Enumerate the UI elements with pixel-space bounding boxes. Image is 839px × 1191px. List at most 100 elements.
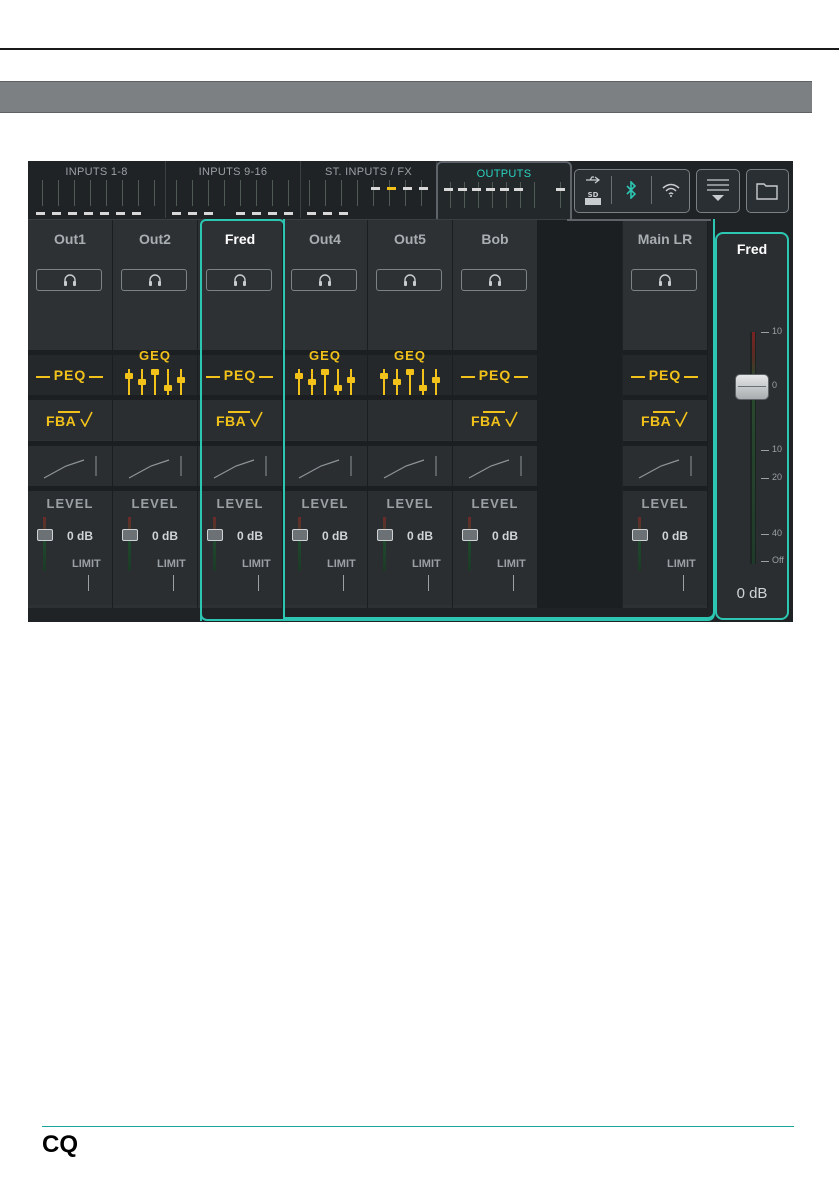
strip-name: Fred [224, 231, 256, 247]
mini-fader-cap [486, 188, 495, 191]
mini-fader-line [534, 182, 535, 208]
scale-label: 10 [772, 444, 783, 454]
headphone-button[interactable] [631, 269, 697, 291]
fba-label: FBA [216, 413, 247, 429]
eq-section[interactable]: GEQ [283, 348, 367, 401]
channel-strip[interactable]: Out4 GEQ LEVEL 0 dB LIMIT [283, 220, 368, 608]
headphone-button[interactable] [121, 269, 187, 291]
fba-section[interactable] [368, 400, 452, 440]
scenes-folder-button[interactable] [746, 169, 789, 213]
compressor-section[interactable] [453, 446, 537, 486]
compressor-section[interactable] [28, 446, 112, 486]
compressor-section[interactable] [198, 446, 282, 486]
level-fader-cap[interactable] [292, 529, 308, 541]
level-fader-cap[interactable] [632, 529, 648, 541]
menu-button[interactable] [696, 169, 740, 213]
eq-section[interactable]: PEQ [623, 355, 707, 395]
fba-section[interactable] [113, 400, 197, 440]
geq-band-cap [419, 385, 427, 391]
compressor-curve-icon [638, 456, 692, 479]
mini-fader-line [421, 180, 422, 206]
channel-strip[interactable]: Out5 GEQ LEVEL 0 dB LIMIT [368, 220, 453, 608]
level-section[interactable]: LEVEL 0 dB LIMIT [623, 491, 707, 605]
fader-channel-name: Fred [736, 241, 768, 257]
level-fader-cap[interactable] [122, 529, 138, 541]
headphones-icon [659, 274, 671, 286]
level-section[interactable]: LEVEL 0 dB LIMIT [113, 491, 197, 605]
status-icons-button[interactable]: SD [574, 169, 690, 213]
tab-st-inputs-fx[interactable]: ST. INPUTS / FX [301, 161, 437, 218]
level-fader-cap[interactable] [207, 529, 223, 541]
compressor-section[interactable] [623, 446, 707, 486]
scale-label: 20 [772, 472, 783, 482]
fba-section[interactable]: FBA [198, 400, 282, 440]
headphone-button[interactable] [461, 269, 527, 291]
fba-section[interactable] [283, 400, 367, 440]
fba-notch-icon [675, 411, 688, 427]
mini-fader-cap [444, 188, 453, 191]
headphone-button[interactable] [291, 269, 357, 291]
fba-section[interactable]: FBA [623, 400, 707, 440]
scale-tick [761, 534, 769, 535]
geq-label: GEQ [309, 348, 341, 363]
eq-section[interactable]: PEQ [453, 355, 537, 395]
compressor-section[interactable] [368, 446, 452, 486]
mini-fader-cap [419, 187, 428, 190]
geq-band-cap [308, 379, 316, 385]
mini-fader-cap [458, 188, 467, 191]
compressor-section[interactable] [283, 446, 367, 486]
fba-section[interactable]: FBA [28, 400, 112, 440]
headphone-button[interactable] [206, 269, 272, 291]
tab-inputs-9-16[interactable]: INPUTS 9-16 [166, 161, 301, 218]
mini-fader-line [325, 180, 326, 206]
mini-fader-line [288, 180, 289, 206]
selected-fader-panel[interactable]: Fred 10 0 10 20 40 Off 0 dB [715, 232, 789, 620]
tab-outputs[interactable]: OUTPUTS [436, 161, 572, 223]
headphone-button[interactable] [376, 269, 442, 291]
mini-fader-line [464, 182, 465, 208]
mini-fader-cap [52, 212, 61, 215]
fba-overline [653, 411, 675, 413]
eq-section[interactable]: GEQ [368, 348, 452, 401]
headphone-button[interactable] [36, 269, 102, 291]
fba-notch-icon [80, 411, 93, 427]
compressor-section[interactable] [113, 446, 197, 486]
channel-strip[interactable]: Main LR PEQ FBA LEVEL 0 dB LIMIT [623, 220, 708, 608]
mini-fader-line [256, 180, 257, 206]
limit-indicator [258, 575, 259, 591]
level-section[interactable]: LEVEL 0 dB LIMIT [368, 491, 452, 605]
headphones-icon [149, 274, 161, 286]
headphones-icon [319, 274, 331, 286]
level-fader-cap[interactable] [377, 529, 393, 541]
channel-strip[interactable]: Out2 GEQ LEVEL 0 dB LIMIT [113, 220, 198, 608]
sd-card-icon: SD [585, 191, 601, 205]
mini-fader-line [90, 180, 91, 206]
level-section[interactable]: LEVEL 0 dB LIMIT [198, 491, 282, 605]
mini-fader-line [240, 180, 241, 206]
mini-fader-line [520, 182, 521, 208]
tab-inputs-1-8[interactable]: INPUTS 1-8 [28, 161, 166, 218]
eq-section[interactable]: PEQ [28, 355, 112, 395]
fba-section[interactable]: FBA [453, 400, 537, 440]
fba-overline [228, 411, 250, 413]
eq-section[interactable]: GEQ [113, 348, 197, 401]
divider [611, 176, 612, 204]
channel-strip[interactable]: Bob PEQ FBA LEVEL 0 dB LIMIT [453, 220, 538, 608]
level-label: LEVEL [386, 496, 434, 511]
compressor-curve-icon [128, 456, 182, 479]
level-section[interactable]: LEVEL 0 dB LIMIT [283, 491, 367, 605]
tab-label: ST. INPUTS / FX [324, 166, 412, 178]
fba-label: FBA [46, 413, 77, 429]
level-fader-cap[interactable] [37, 529, 53, 541]
channel-strip[interactable]: Out1 PEQ FBA LEVEL 0 dB LIMIT [28, 220, 113, 608]
level-section[interactable]: LEVEL 0 dB LIMIT [453, 491, 537, 605]
fader-cap[interactable] [735, 374, 769, 400]
geq-band-cap [334, 385, 342, 391]
level-fader-cap[interactable] [462, 529, 478, 541]
eq-section[interactable]: PEQ [198, 355, 282, 395]
mini-fader-cap [472, 188, 481, 191]
channel-strip[interactable]: Fred PEQ FBA LEVEL 0 dB LIMIT [198, 220, 283, 608]
level-section[interactable]: LEVEL 0 dB LIMIT [28, 491, 112, 605]
mini-fader-cap [371, 187, 380, 190]
mini-fader-line [122, 180, 123, 206]
